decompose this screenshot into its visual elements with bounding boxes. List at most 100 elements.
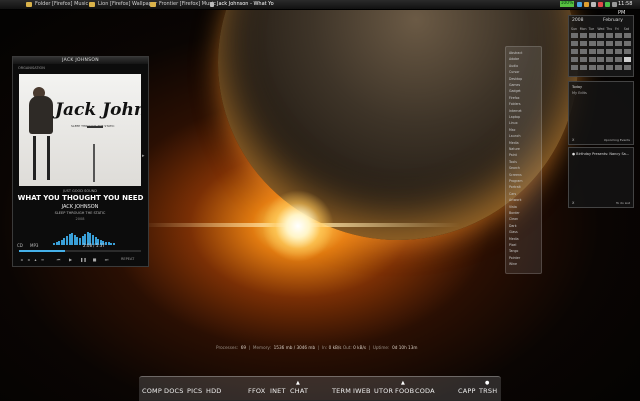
launcher-list-item[interactable]: Media bbox=[509, 237, 519, 241]
calendar-day-cell[interactable] bbox=[597, 41, 605, 46]
dock-item-foob[interactable]: FOOB bbox=[395, 387, 414, 395]
network-icon[interactable] bbox=[577, 2, 582, 7]
calendar-day-cell[interactable] bbox=[597, 33, 605, 38]
dock-item-pics[interactable]: PICS bbox=[187, 387, 202, 395]
calendar-day-cell[interactable] bbox=[571, 57, 578, 62]
calendar-day-cell[interactable] bbox=[571, 65, 578, 70]
list-icon[interactable]: ≡ bbox=[40, 257, 45, 262]
launcher-list-item[interactable]: Wine bbox=[509, 262, 517, 266]
calendar-day-cell[interactable] bbox=[615, 33, 622, 38]
volume-icon[interactable] bbox=[591, 2, 596, 7]
launcher-list-item[interactable]: Nature bbox=[509, 147, 520, 151]
calendar-day-cell[interactable] bbox=[615, 65, 622, 70]
dock-item-inet[interactable]: INET bbox=[270, 387, 286, 395]
calendar-day-cell[interactable] bbox=[579, 49, 587, 54]
launcher-list-item[interactable]: Tools bbox=[509, 160, 517, 164]
launcher-list-item[interactable]: Paint bbox=[509, 153, 517, 157]
launcher-list-item[interactable]: Search bbox=[509, 166, 520, 170]
launcher-list-item[interactable]: Linux bbox=[509, 121, 518, 125]
calendar-day-cell[interactable] bbox=[615, 49, 622, 54]
launcher-list-item[interactable]: Pixel bbox=[509, 243, 516, 247]
calendar-day-cell[interactable] bbox=[579, 41, 587, 46]
dock-item-coda[interactable]: CODA bbox=[415, 387, 435, 395]
launcher-list-item[interactable]: Program bbox=[509, 179, 522, 183]
launcher-list-item[interactable]: Games bbox=[509, 83, 520, 87]
taskbar-window-3[interactable]: Frontier [Firefox] Music bbox=[148, 0, 216, 9]
calendar-day-cell[interactable] bbox=[606, 57, 614, 62]
progress-bar[interactable] bbox=[19, 250, 141, 252]
calendar-day-cell[interactable] bbox=[623, 33, 631, 38]
dock-item-capp[interactable]: CAPP bbox=[458, 387, 476, 395]
launcher-list-item[interactable]: Cursor bbox=[509, 70, 519, 74]
calendar-day-cell[interactable] bbox=[588, 33, 596, 38]
prev-icon[interactable]: ⏮ bbox=[56, 257, 61, 262]
launcher-list-item[interactable]: Tango bbox=[509, 249, 518, 253]
launcher-list-item[interactable]: Internet bbox=[509, 109, 522, 113]
calendar-day-cell[interactable] bbox=[579, 57, 587, 62]
launcher-list-item[interactable]: Dark bbox=[509, 224, 517, 228]
dock-item-ffox[interactable]: FFOX bbox=[248, 387, 265, 395]
calendar-day-cell[interactable] bbox=[588, 65, 596, 70]
launcher-list-item[interactable]: Screens bbox=[509, 173, 522, 177]
dock-item-trsh[interactable]: TRSH bbox=[479, 387, 497, 395]
close-icon[interactable]: X bbox=[572, 138, 574, 142]
todo-footer[interactable]: To do List bbox=[616, 201, 630, 205]
close-icon[interactable]: X bbox=[572, 201, 574, 205]
launcher-list-item[interactable]: Gadget bbox=[509, 89, 521, 93]
launcher-list-item[interactable]: Pointer bbox=[509, 256, 520, 260]
launcher-list-item[interactable]: Cars bbox=[509, 192, 516, 196]
launcher-list-item[interactable]: Launch bbox=[509, 134, 521, 138]
calendar-day-cell[interactable] bbox=[606, 65, 614, 70]
calendar-day-cell[interactable] bbox=[597, 49, 605, 54]
battery-indicator[interactable]: 100% bbox=[560, 1, 574, 7]
calendar-day-cell[interactable] bbox=[579, 33, 587, 38]
pause-icon[interactable]: ❚❚ bbox=[80, 257, 87, 262]
launcher-list-item[interactable]: Portrait bbox=[509, 185, 521, 189]
launcher-list-item[interactable]: Vista bbox=[509, 205, 517, 209]
stop-icon[interactable]: ■ bbox=[92, 257, 97, 262]
chat-status-icon[interactable] bbox=[605, 2, 610, 7]
settings-icon[interactable] bbox=[612, 2, 617, 7]
next-panel-arrow-icon[interactable]: ▸ bbox=[142, 153, 145, 159]
calendar-day-cell[interactable] bbox=[615, 41, 622, 46]
launcher-list-item[interactable]: Laptop bbox=[509, 115, 520, 119]
taskbar-window-2[interactable]: Lion [Firefox] Wallpaper bbox=[87, 0, 157, 9]
launcher-list-item[interactable]: Abstract bbox=[509, 51, 522, 55]
launcher-list-item[interactable]: Glass bbox=[509, 230, 518, 234]
dock-item-term[interactable]: TERM bbox=[332, 387, 351, 395]
dock-item-docs[interactable]: DOCS bbox=[164, 387, 184, 395]
launcher-list-item[interactable]: Audio bbox=[509, 64, 518, 68]
launcher-list-item[interactable]: Clean bbox=[509, 217, 518, 221]
calendar-day-cell[interactable] bbox=[597, 57, 605, 62]
calendar-day-cell[interactable] bbox=[623, 41, 631, 46]
calendar-day-cell[interactable] bbox=[623, 49, 631, 54]
dock-item-utor[interactable]: UTOR bbox=[374, 387, 393, 395]
calendar-day-cell[interactable] bbox=[597, 65, 605, 70]
calendar-day-cell[interactable] bbox=[571, 33, 578, 38]
shuffle-icon[interactable]: ◂ bbox=[19, 257, 24, 262]
calendar-day-cell[interactable] bbox=[588, 41, 596, 46]
dock-item-comp[interactable]: COMP bbox=[142, 387, 162, 395]
calendar-day-cell[interactable] bbox=[588, 49, 596, 54]
dock-item-hdd[interactable]: HDD bbox=[206, 387, 222, 395]
launcher-list-item[interactable]: Artwork bbox=[509, 198, 521, 202]
todo-item[interactable]: ● Birthday Presents: Nancy Sa... bbox=[572, 152, 629, 156]
calendar-today-cell[interactable] bbox=[623, 57, 631, 62]
eject-icon[interactable]: ▴ bbox=[33, 257, 38, 262]
launcher-list-item[interactable]: Border bbox=[509, 211, 520, 215]
alert-icon[interactable] bbox=[598, 2, 603, 7]
calendar-day-cell[interactable] bbox=[579, 65, 587, 70]
events-footer[interactable]: Upcoming Events bbox=[604, 138, 630, 142]
dock-item-chat[interactable]: CHAT bbox=[290, 387, 308, 395]
calendar-month[interactable]: February bbox=[603, 18, 623, 23]
calendar-day-cell[interactable] bbox=[623, 65, 631, 70]
taskbar-window-1[interactable]: Folder [Firefox] Music bbox=[24, 0, 88, 9]
calendar-day-cell[interactable] bbox=[571, 41, 578, 46]
launcher-list-item[interactable]: Firefox bbox=[509, 96, 520, 100]
play-icon[interactable]: ▶ bbox=[68, 257, 73, 262]
launcher-list-item[interactable]: Adobe bbox=[509, 57, 519, 61]
launcher-list-item[interactable]: Media bbox=[509, 141, 519, 145]
update-icon[interactable] bbox=[584, 2, 589, 7]
calendar-day-cell[interactable] bbox=[571, 49, 578, 54]
repeat-toggle[interactable]: REPEAT bbox=[121, 257, 134, 261]
